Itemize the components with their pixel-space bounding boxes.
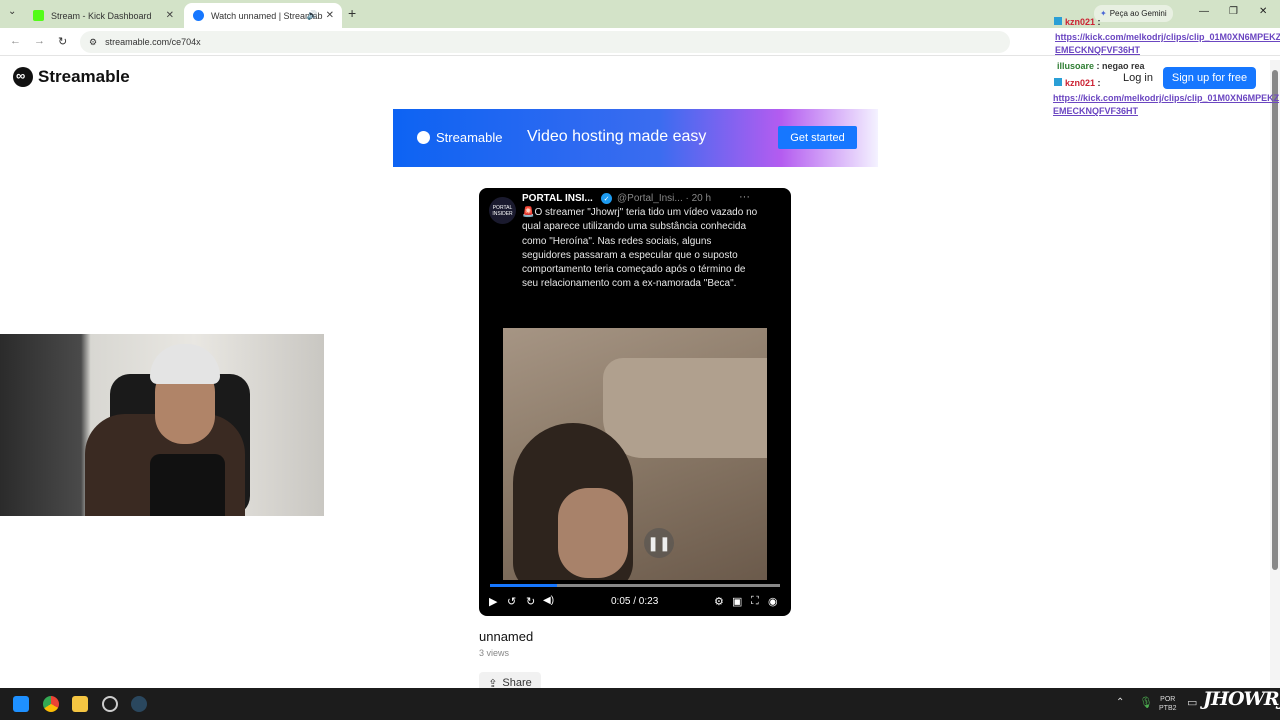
- input-language[interactable]: POR PTB2: [1159, 695, 1177, 713]
- gemini-button[interactable]: ✦ Peça ao Gemini: [1094, 5, 1173, 22]
- rewind-icon[interactable]: ↺: [507, 595, 516, 608]
- couch-shape: [603, 358, 767, 458]
- logo-text: Streamable: [38, 67, 130, 86]
- streamable-logo-icon: [13, 67, 33, 87]
- back-icon[interactable]: ←: [10, 35, 21, 47]
- banner-logo-icon: [417, 131, 430, 144]
- chat-message[interactable]: EMECKNQFVF36HT: [1053, 106, 1138, 116]
- pause-overlay-icon[interactable]: ❚❚: [644, 528, 674, 558]
- kick-badge-icon: [1054, 17, 1062, 25]
- new-tab-icon[interactable]: +: [348, 5, 356, 21]
- tweet-text: 🚨O streamer "Jhowrj" teria tido um vídeo…: [522, 207, 758, 290]
- audio-playing-icon[interactable]: 🔊: [307, 10, 318, 21]
- fast-forward-icon[interactable]: ↻: [526, 595, 535, 608]
- app-icon[interactable]: [102, 696, 118, 712]
- chrome-icon[interactable]: [43, 696, 59, 712]
- close-tab-icon[interactable]: ✕: [166, 10, 174, 21]
- tweet-overlay: PORTAL INSIDER PORTAL INSI... ✓ @Portal_…: [479, 188, 791, 328]
- view-count: 3 views: [479, 648, 510, 658]
- steam-icon[interactable]: [131, 696, 147, 712]
- video-frame[interactable]: ❚❚: [503, 328, 767, 580]
- streamable-logo[interactable]: Streamable: [13, 67, 130, 87]
- chat-text: negao rea: [1102, 61, 1145, 71]
- site-info-icon[interactable]: ⚙: [89, 37, 97, 48]
- banner-logo: Streamable: [417, 130, 502, 145]
- webcam-overlay: [0, 334, 324, 516]
- promo-banner[interactable]: Streamable Video hosting made easy Get s…: [393, 109, 878, 167]
- streamable-favicon-icon: [193, 10, 204, 21]
- chat-user: illusoare: [1057, 61, 1095, 71]
- picture-in-picture-icon[interactable]: ▣: [732, 595, 742, 608]
- chat-message[interactable]: https://kick.com/melkodrj/clips/clip_01M…: [1055, 32, 1280, 42]
- forward-icon[interactable]: →: [34, 35, 45, 47]
- tweet-author: PORTAL INSI...: [522, 193, 593, 204]
- fullscreen-icon[interactable]: ⛶: [751, 595, 759, 608]
- tweet-more-icon: ···: [739, 191, 750, 203]
- chat-link[interactable]: EMECKNQFVF36HT: [1055, 45, 1140, 55]
- verified-badge-icon: ✓: [601, 193, 612, 204]
- windows-start-icon[interactable]: [13, 696, 29, 712]
- webcam-tanktop-shape: [150, 454, 225, 516]
- tab-kick-dashboard[interactable]: Stream - Kick Dashboard ✕: [24, 3, 182, 28]
- microphone-icon[interactable]: 🎙: [1139, 696, 1153, 709]
- chat-sep: :: [1095, 78, 1101, 88]
- page-scrollbar[interactable]: [1270, 60, 1280, 688]
- tab-streamable[interactable]: Watch unnamed | Streamab 🔊 ✕: [184, 3, 342, 28]
- chat-message: kzn021 :: [1054, 78, 1101, 88]
- video-title: unnamed: [479, 629, 534, 644]
- maximize-window-icon[interactable]: ❐: [1229, 6, 1238, 17]
- video-player[interactable]: PORTAL INSIDER PORTAL INSI... ✓ @Portal_…: [479, 188, 791, 616]
- chat-link[interactable]: https://kick.com/melkodrj/clips/clip_01M…: [1055, 32, 1280, 42]
- chat-link[interactable]: https://kick.com/melkodrj/clips/clip_01M…: [1053, 93, 1279, 103]
- timecode: 0:05 / 0:23: [611, 596, 659, 607]
- chat-link[interactable]: EMECKNQFVF36HT: [1053, 106, 1138, 116]
- chat-message: kzn021 :: [1054, 17, 1101, 27]
- reload-icon[interactable]: ↻: [58, 35, 67, 48]
- network-icon[interactable]: ▭: [1187, 696, 1197, 709]
- chat-user: kzn021: [1065, 17, 1096, 27]
- close-tab-icon[interactable]: ✕: [326, 10, 334, 21]
- kick-badge-icon: [1054, 78, 1062, 86]
- banner-logo-text: Streamable: [436, 130, 503, 145]
- url-text: streamable.com/ce704x: [105, 37, 201, 47]
- tab-label: Stream - Kick Dashboard: [51, 10, 152, 21]
- progress-fill: [490, 584, 557, 587]
- tweet-handle: @Portal_Insi... · 20 h: [617, 193, 712, 204]
- streamer-watermark: JHOWRJ: [1203, 688, 1280, 710]
- chat-sep: :: [1095, 17, 1101, 27]
- tweet-avatar: PORTAL INSIDER: [489, 197, 516, 224]
- progress-bar[interactable]: [490, 584, 780, 587]
- chat-message[interactable]: https://kick.com/melkodrj/clips/clip_01M…: [1053, 93, 1279, 103]
- signup-button[interactable]: Sign up for free: [1163, 67, 1256, 89]
- tray-chevron-icon[interactable]: ⌃: [1116, 697, 1124, 708]
- banner-tagline: Video hosting made easy: [527, 128, 707, 145]
- close-window-icon[interactable]: ✕: [1259, 6, 1267, 17]
- volume-icon[interactable]: ◀): [543, 595, 554, 606]
- play-icon[interactable]: ▶: [489, 595, 497, 608]
- chat-sep: :: [1094, 61, 1100, 71]
- chat-user: kzn021: [1065, 78, 1096, 88]
- scrollbar-thumb[interactable]: [1272, 70, 1278, 570]
- streamable-player-icon[interactable]: ◉: [768, 595, 778, 608]
- minimize-window-icon[interactable]: —: [1199, 6, 1209, 17]
- windows-taskbar: ⌃ 🎙 ▭: [0, 688, 1280, 720]
- tab-list-chevron-icon[interactable]: ⌄: [8, 6, 16, 17]
- gemini-label: Peça ao Gemini: [1109, 9, 1167, 18]
- lang-bottom: PTB2: [1159, 705, 1177, 712]
- chat-message[interactable]: EMECKNQFVF36HT: [1055, 45, 1140, 55]
- get-started-button[interactable]: Get started: [778, 126, 857, 149]
- kick-favicon-icon: [33, 10, 44, 21]
- person-face-shape: [558, 488, 628, 578]
- gemini-sparkle-icon: ✦: [1100, 9, 1107, 18]
- settings-icon[interactable]: ⚙: [714, 595, 724, 608]
- url-field[interactable]: ⚙ streamable.com/ce704x: [80, 31, 1010, 53]
- login-link[interactable]: Log in: [1123, 72, 1153, 84]
- lang-top: POR: [1160, 696, 1176, 703]
- chat-message: illusoare : negao rea: [1057, 61, 1145, 71]
- file-explorer-icon[interactable]: [72, 696, 88, 712]
- webcam-cap-shape: [150, 344, 220, 384]
